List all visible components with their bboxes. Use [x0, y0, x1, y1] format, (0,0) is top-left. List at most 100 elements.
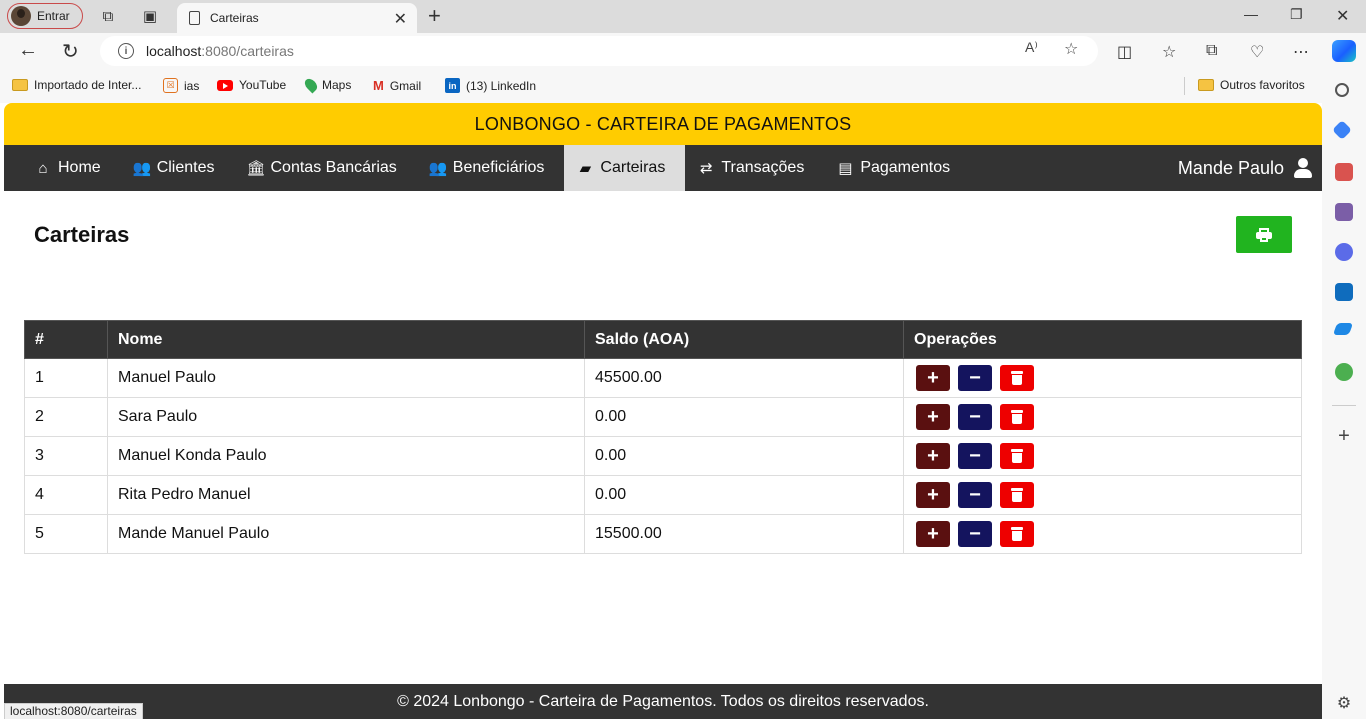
- cell-id: 5: [24, 514, 108, 554]
- nav-beneficiarios[interactable]: 👥 Beneficiários: [417, 145, 565, 191]
- window-close-icon[interactable]: ✕: [1336, 6, 1349, 26]
- bookmark-other-favorites[interactable]: Outros favoritos: [1198, 78, 1305, 92]
- outlook-icon[interactable]: [1335, 283, 1353, 301]
- delete-button[interactable]: [1000, 482, 1034, 508]
- restore-icon[interactable]: ❐: [1290, 6, 1303, 23]
- microsoft-365-icon[interactable]: [1335, 243, 1353, 261]
- bookmark-label: Maps: [322, 78, 352, 92]
- cell-saldo: 0.00: [584, 475, 904, 515]
- cell-nome: Manuel Paulo: [107, 358, 585, 398]
- column-header-saldo: Saldo (AOA): [584, 320, 904, 359]
- bookmark-imported[interactable]: Importado de Inter...: [12, 78, 141, 92]
- address-bar[interactable]: i localhost:8080/carteiras: [100, 36, 1098, 66]
- withdraw-button[interactable]: −: [958, 482, 992, 508]
- browser-essentials-icon[interactable]: ♡: [1250, 42, 1264, 62]
- split-screen-icon[interactable]: ◫: [1117, 42, 1132, 62]
- cell-id: 4: [24, 475, 108, 515]
- settings-gear-icon[interactable]: ⚙: [1335, 695, 1353, 713]
- cell-operacoes: + −: [903, 514, 1302, 554]
- bookmark-gmail[interactable]: M Gmail: [373, 78, 421, 93]
- cell-nome: Mande Manuel Paulo: [107, 514, 585, 554]
- withdraw-button[interactable]: −: [958, 443, 992, 469]
- workspaces-icon[interactable]: ⧉: [99, 7, 117, 25]
- profile-label: Entrar: [37, 9, 70, 23]
- bookmark-linkedin[interactable]: in (13) LinkedIn: [445, 78, 536, 93]
- cell-operacoes: + −: [903, 358, 1302, 398]
- url-path: :8080/carteiras: [201, 43, 294, 59]
- add-icon[interactable]: +: [1335, 426, 1353, 446]
- close-tab-icon[interactable]: ✕: [394, 9, 407, 29]
- site-info-icon[interactable]: i: [118, 43, 134, 59]
- games-icon[interactable]: [1335, 203, 1353, 221]
- nav-pagamentos[interactable]: ▤ Pagamentos: [824, 145, 970, 191]
- deposit-button[interactable]: +: [916, 482, 950, 508]
- print-button[interactable]: [1236, 216, 1292, 253]
- withdraw-button[interactable]: −: [958, 404, 992, 430]
- bookmarks-divider: [1184, 77, 1185, 95]
- table-header-row: # Nome Saldo (AOA) Operações: [24, 320, 1302, 359]
- cell-nome: Sara Paulo: [107, 397, 585, 437]
- tab-actions-icon[interactable]: ▣: [141, 7, 159, 25]
- favorites-icon[interactable]: ☆: [1162, 42, 1176, 62]
- user-menu[interactable]: Mande Paulo: [1178, 145, 1312, 191]
- bookmark-label: (13) LinkedIn: [466, 78, 537, 93]
- wallets-table: # Nome Saldo (AOA) Operações 1 Manuel Pa…: [24, 320, 1302, 554]
- favorite-star-icon[interactable]: ☆: [1064, 39, 1078, 59]
- read-aloud-icon[interactable]: A⁾: [1025, 39, 1038, 56]
- deposit-button[interactable]: +: [916, 521, 950, 547]
- bookmark-maps[interactable]: Maps: [302, 76, 352, 94]
- cell-saldo: 45500.00: [584, 358, 904, 398]
- delete-button[interactable]: [1000, 365, 1034, 391]
- column-header-id: #: [24, 320, 108, 359]
- profile-button[interactable]: Entrar: [7, 3, 83, 29]
- nav-home[interactable]: ⌂ Home: [22, 145, 121, 191]
- cell-id: 1: [24, 358, 108, 398]
- wallet-icon: ▰: [579, 160, 592, 177]
- cell-nome: Rita Pedro Manuel: [107, 475, 585, 515]
- tree-icon[interactable]: [1335, 363, 1353, 381]
- more-menu-icon[interactable]: ⋯: [1293, 42, 1309, 62]
- cell-saldo: 15500.00: [584, 514, 904, 554]
- deposit-button[interactable]: +: [916, 443, 950, 469]
- nav-transacoes[interactable]: ⇄ Transações: [685, 145, 824, 191]
- send-icon[interactable]: [1332, 323, 1354, 335]
- table-row: 2 Sara Paulo 0.00 + −: [24, 397, 1302, 437]
- trash-icon: [1011, 371, 1023, 385]
- page-footer: © 2024 Lonbongo - Carteira de Pagamentos…: [4, 684, 1322, 719]
- collections-icon[interactable]: ⧉: [1206, 42, 1217, 60]
- nav-clientes[interactable]: 👥 Clientes: [121, 145, 235, 191]
- delete-button[interactable]: [1000, 521, 1034, 547]
- delete-button[interactable]: [1000, 404, 1034, 430]
- browser-tabstrip: Entrar ⧉ ▣ Carteiras ✕ + — ❐ ✕: [0, 0, 1366, 33]
- bookmark-youtube[interactable]: YouTube: [217, 78, 286, 92]
- deposit-button[interactable]: +: [916, 404, 950, 430]
- avatar: [11, 6, 31, 26]
- copilot-icon[interactable]: [1332, 40, 1356, 62]
- shopping-tag-icon[interactable]: [1332, 120, 1352, 140]
- minimize-icon[interactable]: —: [1244, 6, 1258, 22]
- nav-carteiras[interactable]: ▰ Carteiras: [564, 145, 686, 191]
- back-icon[interactable]: ←: [18, 39, 38, 62]
- withdraw-button[interactable]: −: [958, 365, 992, 391]
- printer-icon: [1256, 228, 1272, 242]
- search-icon[interactable]: [1335, 83, 1349, 97]
- nav-contas-bancarias[interactable]: 🏛 Contas Bancárias: [235, 145, 417, 191]
- page-header: Carteiras: [4, 191, 1322, 271]
- reload-icon[interactable]: ↻: [62, 39, 79, 64]
- trash-icon: [1011, 488, 1023, 502]
- sidebar-divider: [1332, 405, 1356, 406]
- deposit-button[interactable]: +: [916, 365, 950, 391]
- tab-carteiras[interactable]: Carteiras ✕: [177, 3, 417, 33]
- bookmark-ias[interactable]: ☒ ias: [163, 78, 199, 93]
- cell-id: 3: [24, 436, 108, 476]
- delete-button[interactable]: [1000, 443, 1034, 469]
- exchange-icon: ⇄: [700, 160, 713, 177]
- cell-operacoes: + −: [903, 397, 1302, 437]
- status-bar-url: localhost:8080/carteiras: [4, 703, 143, 719]
- cell-operacoes: + −: [903, 475, 1302, 515]
- new-tab-icon[interactable]: +: [428, 3, 441, 29]
- withdraw-button[interactable]: −: [958, 521, 992, 547]
- bookmark-label: Gmail: [389, 78, 422, 93]
- app-banner: LONBONGO - CARTEIRA DE PAGAMENTOS: [4, 103, 1322, 145]
- tools-icon[interactable]: [1335, 163, 1353, 181]
